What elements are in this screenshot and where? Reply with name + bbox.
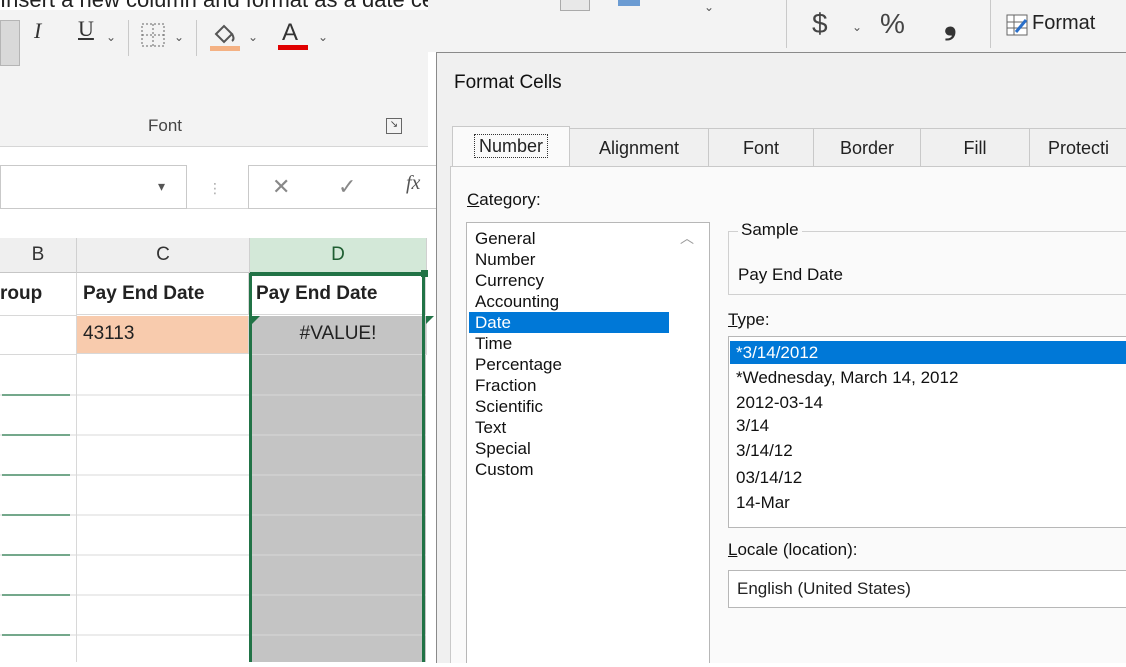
cell-d2[interactable]: #VALUE!: [250, 316, 427, 355]
tab-number[interactable]: Number: [452, 126, 570, 167]
borders-dropdown-icon[interactable]: ⌄: [174, 30, 184, 44]
cell-b2[interactable]: [0, 316, 77, 355]
align-icon[interactable]: [560, 0, 590, 11]
font-group-label: Font: [148, 116, 183, 135]
tab-number-label: Number: [473, 134, 549, 158]
error-indicator-icon: [426, 316, 434, 324]
category-item-currency[interactable]: Currency: [469, 270, 669, 291]
category-label: Category:: [467, 190, 541, 209]
name-box-dropdown-icon[interactable]: ▾: [158, 178, 165, 195]
borders-icon[interactable]: [140, 22, 166, 48]
error-indicator-icon: [252, 316, 260, 324]
tab-border[interactable]: Border: [813, 128, 921, 167]
currency-button[interactable]: $: [812, 8, 828, 40]
font-dialog-launcher-icon[interactable]: ↘: [386, 118, 402, 134]
category-list: General Number Currency Accounting Date …: [469, 228, 669, 480]
cancel-icon[interactable]: ✕: [272, 174, 290, 200]
dialog-title: Format Cells: [454, 72, 562, 93]
tab-font[interactable]: Font: [708, 128, 814, 167]
type-item[interactable]: 03/14/12: [730, 464, 1126, 491]
percent-button[interactable]: %: [880, 8, 905, 40]
column-header-c[interactable]: C: [77, 238, 250, 273]
svg-text:A: A: [282, 19, 298, 46]
type-item[interactable]: 14-Mar: [730, 491, 1126, 515]
category-item-percentage[interactable]: Percentage: [469, 354, 669, 375]
expand-icon[interactable]: ⌄: [704, 0, 714, 14]
locale-dropdown[interactable]: English (United States): [728, 570, 1126, 608]
category-item-special[interactable]: Special: [469, 438, 669, 459]
tab-protection[interactable]: Protecti: [1029, 128, 1126, 166]
comma-style-button[interactable]: ❟: [944, 4, 957, 42]
format-as-table-label[interactable]: Format: [1032, 12, 1095, 35]
sample-value: Pay End Date: [738, 265, 843, 284]
category-scroll-up-icon[interactable]: ︿: [680, 228, 694, 248]
type-item[interactable]: 2012-03-14: [730, 391, 1126, 414]
type-item[interactable]: *Wednesday, March 14, 2012: [730, 364, 1126, 391]
column-header-b[interactable]: B: [0, 238, 77, 273]
type-item[interactable]: 3/14/12: [730, 437, 1126, 464]
column-header-d[interactable]: D: [250, 238, 427, 274]
font-color-dropdown-icon[interactable]: ⌄: [318, 30, 328, 44]
cell-d1[interactable]: Pay End Date: [250, 273, 426, 315]
category-item-text[interactable]: Text: [469, 417, 669, 438]
fill-handle[interactable]: [421, 270, 428, 277]
cell-b1[interactable]: roup: [0, 273, 77, 316]
enter-icon[interactable]: ✓: [338, 174, 356, 200]
wrap-icon[interactable]: [618, 0, 640, 6]
fill-color-dropdown-icon[interactable]: ⌄: [248, 30, 258, 44]
conditional-format-icon[interactable]: [1006, 14, 1028, 36]
type-item[interactable]: 3/14: [730, 414, 1126, 437]
category-item-time[interactable]: Time: [469, 333, 669, 354]
category-item-general[interactable]: General: [469, 228, 669, 249]
underline-button[interactable]: U: [78, 16, 94, 42]
tab-alignment[interactable]: Alignment: [569, 128, 709, 167]
bold-button-partial[interactable]: [0, 20, 20, 66]
insert-function-icon[interactable]: fx: [406, 172, 420, 195]
currency-dropdown-icon[interactable]: ⌄: [852, 20, 862, 34]
category-item-accounting[interactable]: Accounting: [469, 291, 669, 312]
category-item-custom[interactable]: Custom: [469, 459, 669, 480]
formula-bar-grip: ⋮: [208, 180, 222, 196]
grid-rows-area: [0, 355, 426, 662]
sample-label: Sample: [738, 220, 802, 240]
italic-button[interactable]: I: [34, 18, 41, 44]
type-item[interactable]: *3/14/2012: [730, 341, 1126, 364]
cell-c1[interactable]: Pay End Date: [77, 273, 249, 315]
fill-color-icon[interactable]: [208, 18, 242, 52]
font-color-icon[interactable]: A: [276, 16, 310, 52]
category-item-number[interactable]: Number: [469, 249, 669, 270]
cell-c2[interactable]: 43113: [77, 316, 249, 354]
category-item-date[interactable]: Date: [469, 312, 669, 333]
category-item-fraction[interactable]: Fraction: [469, 375, 669, 396]
underline-dropdown-icon[interactable]: ⌄: [106, 30, 116, 44]
category-item-scientific[interactable]: Scientific: [469, 396, 669, 417]
type-list: *3/14/2012 *Wednesday, March 14, 2012 20…: [730, 341, 1126, 515]
locale-label: Locale (location):: [728, 540, 858, 559]
type-label: Type:: [728, 310, 770, 329]
sample-groupbox: [728, 231, 1126, 295]
tab-fill[interactable]: Fill: [920, 128, 1030, 167]
